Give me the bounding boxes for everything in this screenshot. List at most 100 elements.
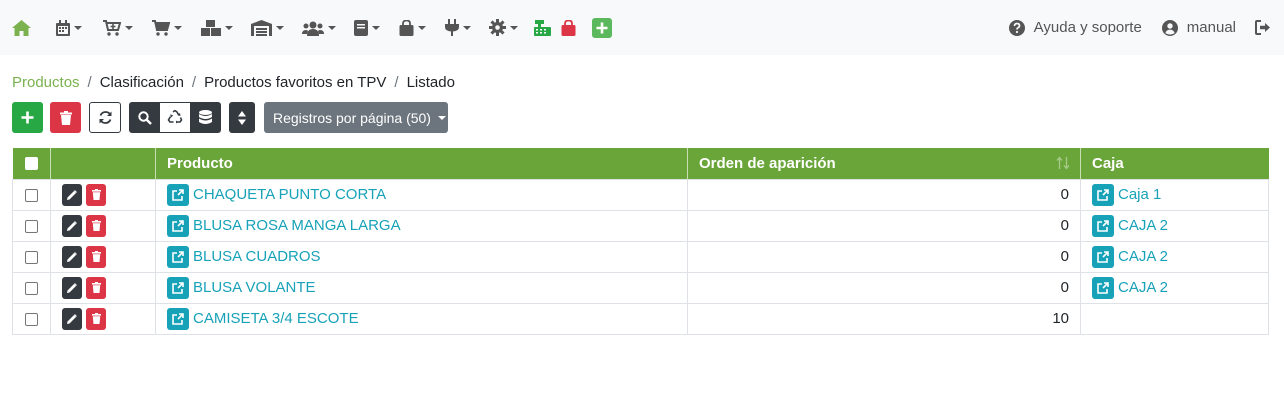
menu-contacts[interactable] (302, 0, 354, 55)
records-per-page-dropdown[interactable]: Registros por página (50) (264, 102, 448, 133)
menu-calendar[interactable] (56, 0, 103, 55)
menu-sales[interactable] (152, 0, 201, 55)
logout-button[interactable] (1255, 20, 1272, 35)
product-link[interactable]: BLUSA VOLANTE (167, 276, 676, 299)
menu-shop[interactable] (399, 0, 445, 55)
delete-row-button[interactable] (86, 183, 106, 206)
row-checkbox[interactable] (25, 219, 38, 233)
menu-plugins[interactable] (445, 0, 489, 55)
sort-arrows-icon (1056, 156, 1070, 170)
cash-header[interactable]: Caja (1080, 148, 1269, 179)
external-link-button[interactable] (1092, 183, 1114, 206)
add-button[interactable] (12, 102, 43, 133)
shopping-bag-icon (561, 19, 576, 36)
plug-icon (445, 19, 459, 36)
menu-accounting[interactable] (354, 0, 399, 55)
breadcrumb-separator: / (87, 74, 92, 91)
row-select-cell (12, 302, 51, 335)
add-new-link[interactable] (592, 0, 616, 55)
cash-link[interactable]: CAJA 2 (1092, 214, 1257, 237)
product-name[interactable]: CHAQUETA PUNTO CORTA (193, 186, 386, 203)
edit-button[interactable] (62, 245, 82, 268)
actions-header (50, 148, 156, 179)
product-name[interactable]: BLUSA ROSA MANGA LARGA (193, 217, 401, 234)
product-cell: BLUSA VOLANTE (155, 271, 688, 304)
row-checkbox[interactable] (25, 281, 38, 295)
external-link-button[interactable] (167, 183, 189, 206)
product-name[interactable]: BLUSA VOLANTE (193, 279, 316, 296)
table-row: CHAQUETA PUNTO CORTA 0 Caja 1 (12, 178, 1269, 211)
cash-link[interactable]: CAJA 2 (1092, 276, 1257, 299)
table-row: BLUSA CUADROS 0 CAJA 2 (12, 240, 1269, 273)
external-link-button[interactable] (167, 245, 189, 268)
external-link-icon (172, 312, 184, 325)
order-cell: 10 (687, 302, 1081, 335)
external-link-button[interactable] (167, 214, 189, 237)
external-link-button[interactable] (1092, 214, 1114, 237)
external-link-icon (172, 219, 184, 232)
external-link-button[interactable] (167, 307, 189, 330)
sort-icon (238, 110, 246, 125)
home-link[interactable] (12, 0, 56, 55)
trash-icon (91, 313, 101, 324)
chevron-down-icon (418, 25, 426, 30)
edit-button[interactable] (62, 183, 82, 206)
shop-link[interactable] (561, 0, 592, 55)
help-link[interactable]: Ayuda y soporte (1008, 19, 1142, 36)
cash-name[interactable]: Caja 1 (1118, 186, 1161, 203)
menu-warehouse[interactable] (251, 0, 302, 55)
delete-row-button[interactable] (86, 307, 106, 330)
edit-button[interactable] (62, 276, 82, 299)
product-link[interactable]: CHAQUETA PUNTO CORTA (167, 183, 676, 206)
pos-link[interactable] (534, 0, 561, 55)
breadcrumb-products[interactable]: Productos (12, 73, 80, 93)
external-link-button[interactable] (1092, 276, 1114, 299)
order-header[interactable]: Orden de aparición (687, 148, 1081, 179)
cash-link[interactable]: CAJA 2 (1092, 245, 1257, 268)
row-checkbox[interactable] (25, 250, 38, 264)
menu-settings[interactable] (489, 0, 534, 55)
sort-button[interactable] (229, 102, 255, 133)
search-button[interactable] (129, 102, 160, 133)
row-actions-cell (50, 302, 156, 335)
edit-button[interactable] (62, 214, 82, 237)
cash-name[interactable]: CAJA 2 (1118, 248, 1168, 265)
product-header[interactable]: Producto (155, 148, 688, 179)
recycle-icon (167, 110, 183, 124)
external-link-button[interactable] (167, 276, 189, 299)
search-icon (137, 110, 152, 125)
external-link-button[interactable] (1092, 245, 1114, 268)
edit-button[interactable] (62, 307, 82, 330)
product-link[interactable]: BLUSA ROSA MANGA LARGA (167, 214, 676, 237)
menu-purchases[interactable] (103, 0, 152, 55)
product-cell: CHAQUETA PUNTO CORTA (155, 178, 688, 211)
delete-row-button[interactable] (86, 214, 106, 237)
refresh-button[interactable] (89, 102, 121, 133)
user-link[interactable]: manual (1161, 19, 1236, 36)
product-name[interactable]: CAMISETA 3/4 ESCOTE (193, 310, 359, 327)
database-button[interactable] (190, 102, 221, 133)
product-name[interactable]: BLUSA CUADROS (193, 248, 321, 265)
recycle-button[interactable] (160, 102, 190, 133)
cash-name[interactable]: CAJA 2 (1118, 217, 1168, 234)
delete-row-button[interactable] (86, 276, 106, 299)
breadcrumb-favorites: Productos favoritos en TPV (204, 74, 387, 91)
menu-products[interactable] (201, 0, 251, 55)
table-header-row: Producto Orden de aparición Caja (12, 148, 1269, 179)
users-icon (302, 21, 324, 36)
chevron-down-icon (372, 25, 380, 30)
row-checkbox[interactable] (25, 312, 38, 326)
row-checkbox[interactable] (25, 188, 38, 202)
cash-name[interactable]: CAJA 2 (1118, 279, 1168, 296)
cart-icon (152, 19, 170, 36)
breadcrumb: Productos / Clasificación / Productos fa… (12, 73, 455, 93)
product-link[interactable]: CAMISETA 3/4 ESCOTE (167, 307, 676, 330)
select-all-checkbox[interactable] (24, 157, 38, 171)
cash-register-icon (534, 19, 551, 36)
external-link-icon (1097, 219, 1109, 232)
product-link[interactable]: BLUSA CUADROS (167, 245, 676, 268)
delete-row-button[interactable] (86, 245, 106, 268)
cash-cell: CAJA 2 (1080, 240, 1269, 273)
delete-button[interactable] (50, 102, 81, 133)
cash-link[interactable]: Caja 1 (1092, 183, 1257, 206)
